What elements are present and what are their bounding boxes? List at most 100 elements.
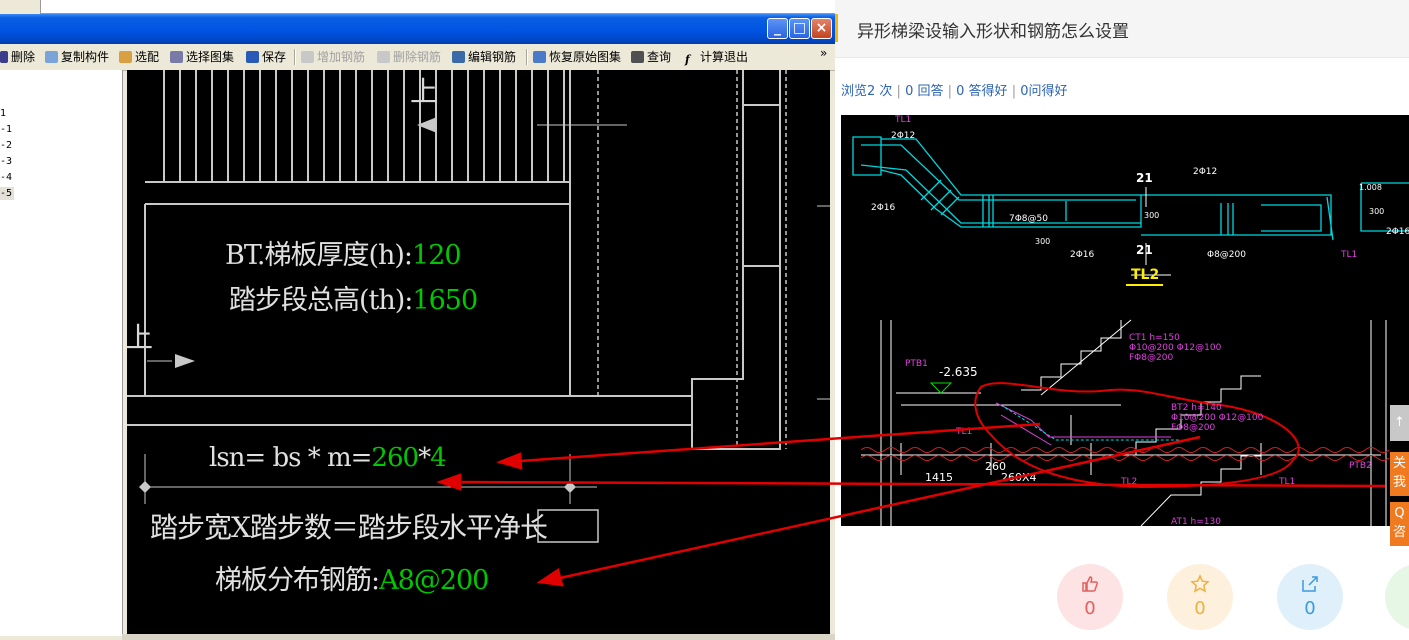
favorite-count: 0 (1194, 598, 1206, 619)
distribution-rebar-value[interactable]: A8@200 (379, 565, 489, 596)
restore-icon (533, 51, 546, 63)
thickness-value[interactable]: 120 (412, 240, 462, 271)
good-questions-count[interactable]: 0问得好 (1020, 84, 1067, 99)
img-label: 2Φ12 (891, 131, 916, 141)
background-window-strip (0, 0, 836, 14)
restore-atlas-button[interactable]: 恢复原始图集 (533, 48, 621, 66)
good-answers-count[interactable]: 0 答得好 (956, 84, 1007, 99)
tree-item[interactable]: -1 (0, 123, 12, 136)
close-button[interactable]: × (811, 18, 832, 39)
img-label: PTB1 (905, 359, 928, 369)
img-label: 21 (1136, 171, 1153, 185)
img-ct1-note: CT1 h=150 Φ10@200 Φ12@100 FΦ8@200 (1129, 333, 1222, 363)
img-bt2-note: BT2 h=140 Φ10@200 Φ12@100 FΦ8@200 (1171, 403, 1264, 433)
img-label: 1415 (925, 471, 953, 484)
copy-icon (45, 51, 58, 63)
back-to-top-button[interactable]: ↑ (1390, 405, 1409, 441)
edit-rebar-icon (452, 51, 465, 63)
function-icon: f (685, 53, 690, 66)
share-count: 0 (1304, 598, 1316, 619)
select-atlas-button[interactable]: 选择图集 (170, 48, 234, 66)
component-tree[interactable]: 1 -1 -2 -3 -4 -5 (0, 70, 123, 636)
reaction-more[interactable] (1385, 564, 1409, 630)
img-label: TL1 (1279, 477, 1296, 487)
img-beam-name: TL2 (1131, 267, 1160, 283)
img-label: TL2 (1121, 477, 1138, 487)
img-label: 300 (1144, 211, 1160, 220)
img-label: TL1 (895, 115, 912, 125)
question-title: 异形梯梁设输入形状和钢筋怎么设置 (857, 22, 1129, 42)
star-icon (1190, 574, 1210, 593)
atlas-icon (170, 51, 183, 63)
img-label: 7Φ8@50 (1009, 214, 1048, 224)
total-height-value[interactable]: 1650 (412, 285, 478, 316)
img-label: 2Φ16 (1070, 250, 1095, 260)
tree-item[interactable]: -4 (0, 171, 12, 184)
views-count: 浏览2 次 (841, 84, 893, 99)
toolbar-overflow-button[interactable]: » (820, 46, 827, 60)
thumbs-up-icon (1082, 576, 1098, 592)
reaction-share[interactable]: 0 (1277, 564, 1343, 630)
query-button[interactable]: 查询 (631, 48, 671, 66)
lsn-bs-value[interactable]: 260 (371, 443, 419, 473)
reaction-like[interactable]: 0 (1057, 564, 1123, 630)
window-titlebar[interactable]: _ □ × (0, 14, 835, 44)
img-label: Φ8@200 (1207, 250, 1246, 260)
answers-count[interactable]: 0 回答 (905, 84, 943, 99)
minimize-button[interactable]: _ (767, 18, 788, 39)
img-label: -2.635 (939, 365, 978, 379)
question-header: 异形梯梁设输入形状和钢筋怎么设置 (835, 0, 1409, 58)
maximize-button[interactable]: □ (789, 18, 810, 39)
delete-icon (0, 51, 8, 63)
img-label: 1.008 (1359, 183, 1382, 192)
up-label-left: 上 (127, 321, 154, 354)
match-icon (119, 51, 132, 63)
save-icon (246, 51, 259, 63)
save-button[interactable]: 保存 (246, 48, 286, 66)
binoculars-icon (631, 51, 644, 63)
question-page: 异形梯梁设输入形状和钢筋怎么设置 浏览2 次 | 0 回答 | 0 答得好 | … (835, 0, 1409, 640)
calc-exit-button[interactable]: f 计算退出 (685, 48, 748, 66)
copy-component-button[interactable]: 复制构件 (45, 48, 109, 66)
thickness-label: BT.梯板厚度(h): (225, 240, 413, 271)
up-label-top: 上 (410, 75, 439, 108)
rebar-editor-window: _ □ × 删除 复制构件 选配 选择图集 保存 增加钢筋 删除钢筋 编辑钢筋 … (0, 14, 835, 640)
lsn-multiply: * (418, 443, 431, 473)
lsn-label: lsn= bs * m= (209, 443, 372, 473)
share-icon (1302, 576, 1318, 592)
consult-side-button[interactable]: Q咨 (1390, 502, 1409, 546)
img-label: 2Φ16 (871, 203, 896, 213)
delete-rebar-button[interactable]: 删除钢筋 (377, 48, 441, 66)
distribution-rebar-label: 梯板分布钢筋: (215, 565, 380, 596)
img-label: AT1 h=130 (1171, 517, 1221, 526)
delete-rebar-icon (377, 51, 390, 63)
img-label: 21 (1136, 243, 1153, 257)
question-stats: 浏览2 次 | 0 回答 | 0 答得好 | 0问得好 (841, 84, 1068, 99)
formula-text: 踏步宽X踏步数＝踏步段水平 (150, 511, 494, 544)
tree-item-selected[interactable]: -5 (0, 187, 15, 200)
direction-arrow-right (175, 354, 195, 368)
img-label: TL1 (956, 427, 973, 437)
follow-side-button[interactable]: 关我 (1390, 452, 1409, 496)
tree-item[interactable]: -3 (0, 155, 12, 168)
add-rebar-icon (301, 51, 314, 63)
edit-rebar-button[interactable]: 编辑钢筋 (452, 48, 516, 66)
question-image[interactable]: TL1 2Φ12 2Φ16 21 2Φ12 7Φ8@50 300 300 2Φ1… (841, 115, 1409, 526)
img-label: PTB2 (1349, 461, 1372, 471)
img-label: 2Φ16 (1386, 227, 1409, 237)
tree-item[interactable]: -2 (0, 139, 12, 152)
lsn-m-value[interactable]: 4 (430, 443, 447, 473)
formula-boxed-text: 净长 (492, 511, 548, 544)
like-count: 0 (1084, 598, 1096, 619)
tree-item[interactable]: 1 (0, 107, 6, 120)
add-rebar-button[interactable]: 增加钢筋 (301, 48, 365, 66)
drawing-canvas[interactable]: 上 上 BT.梯板厚度(h):120 踏步段总高(th):1650 lsn= b… (127, 70, 830, 634)
img-label: 260X4 (1001, 471, 1037, 484)
total-height-label: 踏步段总高(th): (229, 285, 413, 316)
toolbar: 删除 复制构件 选配 选择图集 保存 增加钢筋 删除钢筋 编辑钢筋 恢复原始图集… (0, 44, 835, 71)
img-label: 300 (1369, 207, 1385, 216)
reaction-favorite[interactable]: 0 (1167, 564, 1233, 630)
match-button[interactable]: 选配 (119, 48, 159, 66)
delete-button[interactable]: 删除 (0, 48, 35, 66)
img-label: 2Φ12 (1193, 167, 1218, 177)
